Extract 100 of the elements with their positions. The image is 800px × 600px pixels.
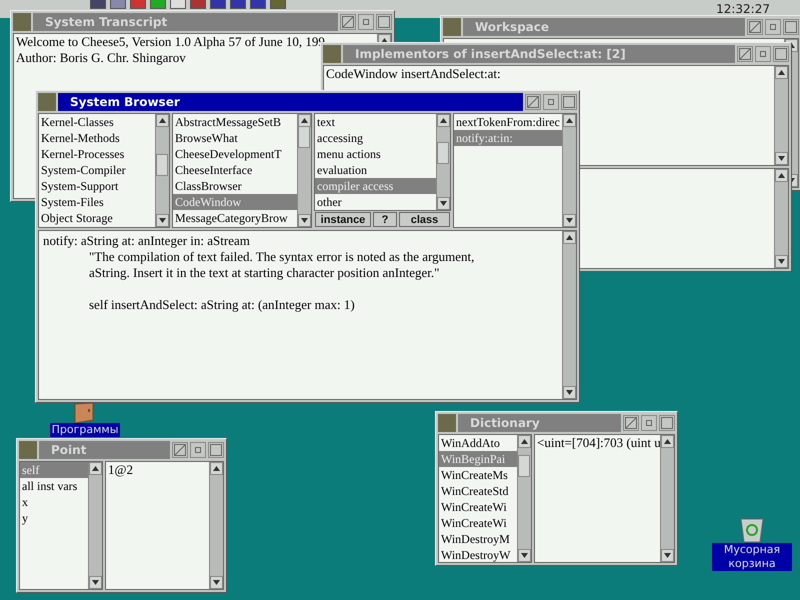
scroll-up-button[interactable] xyxy=(775,169,788,182)
code-line: aString. Insert it in the text at starting character position anInteger." xyxy=(89,265,440,281)
scroll-up-button[interactable] xyxy=(563,231,576,244)
hide-button[interactable] xyxy=(340,14,356,30)
scroll-down-button[interactable] xyxy=(563,386,576,399)
list-item[interactable]: WinCreateWi xyxy=(439,515,509,531)
scroll-up-button[interactable] xyxy=(563,114,576,127)
list-item[interactable]: System-Support xyxy=(39,178,120,194)
list-item[interactable]: AbstractMessageSetB xyxy=(173,114,283,130)
scroll-down-button[interactable] xyxy=(210,576,223,589)
scrollbar[interactable] xyxy=(297,114,311,227)
list-item[interactable]: WinDestroyM xyxy=(439,531,512,547)
maximize-button[interactable] xyxy=(783,19,799,35)
scroll-down-button[interactable] xyxy=(775,152,788,165)
scroll-thumb[interactable] xyxy=(518,455,530,477)
hide-button[interactable] xyxy=(525,94,541,110)
toggle-button[interactable]: ? xyxy=(373,212,397,227)
scroll-down-button[interactable] xyxy=(518,549,531,562)
up-arrow-icon xyxy=(440,118,447,123)
small-square-icon xyxy=(195,447,201,453)
list-item[interactable]: Kernel-Processes xyxy=(39,146,126,162)
window-title: System Browser xyxy=(58,93,523,111)
toggle-button[interactable]: class xyxy=(399,212,450,227)
list-item[interactable]: System-Files xyxy=(39,194,106,210)
scroll-up-button[interactable] xyxy=(775,66,788,79)
scroll-up-button[interactable] xyxy=(210,462,223,475)
scrollbar[interactable] xyxy=(660,435,674,562)
hide-button[interactable] xyxy=(623,415,639,431)
list-item[interactable]: y xyxy=(20,510,30,526)
desktop-icon-label[interactable]: Мусорная корзина xyxy=(712,543,792,571)
maximize-button[interactable] xyxy=(376,14,392,30)
list-item[interactable]: BrowseWhat xyxy=(173,130,240,146)
scrollbar[interactable] xyxy=(517,435,531,562)
scroll-down-button[interactable] xyxy=(89,576,102,589)
scroll-down-button[interactable] xyxy=(298,214,311,227)
slashed-square-icon xyxy=(739,48,751,60)
minimize-button[interactable] xyxy=(765,19,781,35)
hide-button[interactable] xyxy=(747,19,763,35)
desktop-icon-label[interactable]: Программы xyxy=(50,423,120,437)
taskbar-app-icon[interactable] xyxy=(110,0,126,9)
list-item[interactable]: MessageCategoryBrow xyxy=(173,210,290,226)
list-item[interactable]: text xyxy=(315,114,337,130)
list-item[interactable]: Object Storage xyxy=(39,210,115,226)
taskbar-app-icon[interactable] xyxy=(150,0,166,9)
list-item[interactable]: WinCreateStd xyxy=(439,483,510,499)
minimize-button[interactable] xyxy=(358,14,374,30)
scrollbar[interactable] xyxy=(209,462,223,589)
square-icon xyxy=(661,417,673,429)
scroll-thumb[interactable] xyxy=(298,126,310,148)
list-item[interactable]: Kernel-Methods xyxy=(39,130,122,146)
list-item[interactable]: evaluation xyxy=(315,162,369,178)
list-item[interactable]: CheeseDevelopmentT xyxy=(173,146,284,162)
square-icon xyxy=(775,48,787,60)
scrollbar[interactable] xyxy=(88,462,102,589)
scroll-up-button[interactable] xyxy=(89,462,102,475)
down-arrow-icon xyxy=(566,390,573,395)
hide-button[interactable] xyxy=(172,442,188,458)
scroll-thumb[interactable] xyxy=(437,142,449,164)
list-item[interactable]: WinCreateMs xyxy=(439,467,510,483)
list-item[interactable]: WinCreateWi xyxy=(439,499,509,515)
up-arrow-icon xyxy=(521,439,528,444)
list-item[interactable]: nextTokenFrom:direc xyxy=(454,114,562,130)
scrollbar[interactable] xyxy=(774,66,788,165)
scroll-down-button[interactable] xyxy=(563,214,576,227)
scroll-down-button[interactable] xyxy=(156,214,169,227)
scroll-up-button[interactable] xyxy=(661,435,674,448)
list-item[interactable]: menu actions xyxy=(315,146,383,162)
scroll-down-button[interactable] xyxy=(437,197,450,210)
square-icon xyxy=(563,96,575,108)
list-item[interactable]: x xyxy=(20,494,30,510)
scroll-up-button[interactable] xyxy=(437,114,450,127)
list-item[interactable]: other xyxy=(315,194,344,210)
scroll-up-button[interactable] xyxy=(156,114,169,127)
small-square-icon xyxy=(363,19,369,25)
hide-button[interactable] xyxy=(737,46,753,62)
scroll-thumb[interactable] xyxy=(156,154,168,176)
list-item[interactable]: ClassBrowser xyxy=(173,178,244,194)
square-icon xyxy=(785,21,797,33)
list-item[interactable]: accessing xyxy=(315,130,365,146)
scroll-up-button[interactable] xyxy=(298,114,311,127)
list-item[interactable]: CodeWindow insertAndSelect:at: xyxy=(324,66,503,82)
list-item[interactable]: WinAddAto xyxy=(439,435,502,451)
scrollbar[interactable] xyxy=(436,114,450,210)
list-item[interactable]: WinDestroyW xyxy=(439,547,512,562)
list-item[interactable]: Kernel-Classes xyxy=(39,114,116,130)
list-item[interactable]: all inst vars xyxy=(20,478,80,494)
list-item[interactable]: System-Compiler xyxy=(39,162,128,178)
list-item[interactable]: CheeseInterface xyxy=(173,162,254,178)
down-arrow-icon xyxy=(778,259,785,264)
toggle-button[interactable]: instance xyxy=(315,212,371,227)
scroll-down-button[interactable] xyxy=(661,549,674,562)
scroll-up-button[interactable] xyxy=(518,435,531,448)
scrollbar[interactable] xyxy=(155,114,169,227)
scrollbar[interactable] xyxy=(774,169,788,268)
scrollbar[interactable] xyxy=(562,231,576,399)
scroll-down-button[interactable] xyxy=(775,255,788,268)
photo-placeholder xyxy=(443,18,461,36)
down-arrow-icon xyxy=(778,156,785,161)
scrollbar[interactable] xyxy=(562,114,576,227)
taskbar-app-icon[interactable] xyxy=(170,0,186,9)
